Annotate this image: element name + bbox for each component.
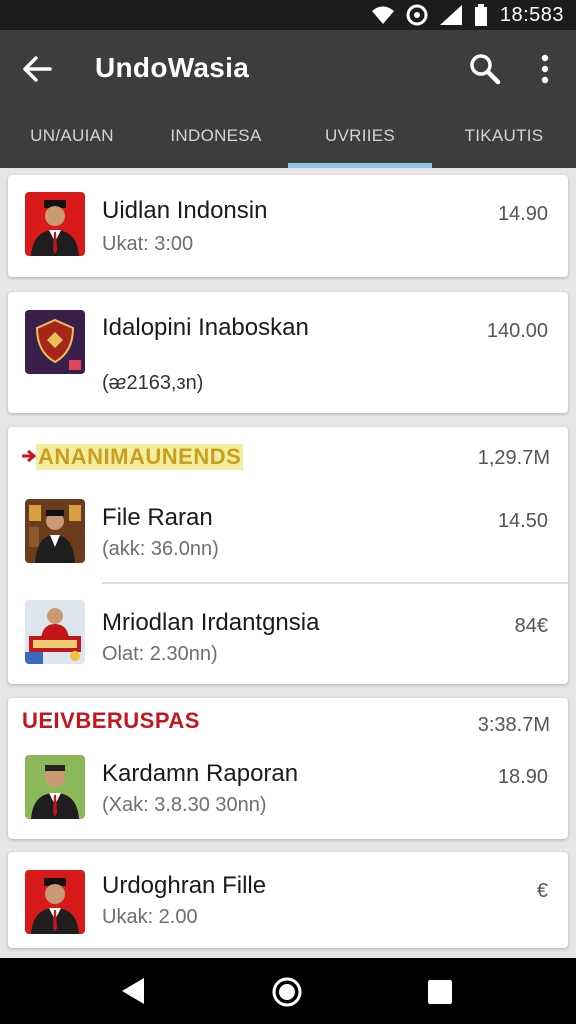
section-header: UEIVBERUSPAS <box>22 708 200 733</box>
search-icon[interactable] <box>468 52 502 86</box>
item-title: Kardamn Raporan <box>102 760 299 787</box>
shield-logo <box>25 310 85 374</box>
back-arrow-icon[interactable] <box>20 52 54 86</box>
list-item[interactable]: Uidlan Indonsin Ukat: 3:00 14.90 <box>8 175 568 277</box>
divider <box>102 582 568 584</box>
sync-icon <box>406 4 428 26</box>
tab-label: INDONESA <box>170 126 262 145</box>
more-vert-icon[interactable] <box>530 52 560 86</box>
item-price: 140.00 <box>486 320 548 342</box>
nav-back-icon[interactable] <box>118 976 148 1006</box>
item-price: 14.90 <box>497 203 548 225</box>
item-price: 84€ <box>514 615 548 637</box>
tab-bar: UN/AUIAN INDONESA UVRIIES TIKAUTIS <box>0 120 576 168</box>
tab-uvriies[interactable]: UVRIIES <box>288 120 432 168</box>
system-nav-bar <box>0 958 576 1024</box>
section-total: 1,29.7M <box>477 447 550 469</box>
tab-unauian[interactable]: UN/AUIAN <box>0 120 144 168</box>
tab-indonesa[interactable]: INDONESA <box>144 120 288 168</box>
item-price: € <box>536 880 548 902</box>
item-title: File Raran <box>102 504 213 531</box>
status-bar: 18:583 <box>0 0 576 30</box>
avatar <box>25 755 85 819</box>
list-item[interactable]: Urdoghran Fille Ukak: 2.00 € <box>8 852 568 948</box>
page-title: UndoWasia <box>95 52 250 83</box>
avatar <box>25 600 85 664</box>
tab-label: UN/AUIAN <box>30 126 114 145</box>
wifi-icon <box>371 6 394 24</box>
avatar <box>25 870 85 934</box>
section-header: ANANIMAUNENDS <box>36 444 244 470</box>
list-item[interactable]: Kardamn Raporan (Xak: 3.8.30 30nn) 18.90 <box>8 743 568 839</box>
status-time: 18:583 <box>499 3 564 26</box>
item-subtitle: Ukak: 2.00 <box>102 906 198 928</box>
section-card: UEIVBERUSPAS 3:38.7M Kardamn Raporan (Xa… <box>8 698 568 839</box>
list-item[interactable]: File Raran (akk: 36.0nn) 14.50 <box>8 487 568 583</box>
tab-label: UVRIIES <box>324 126 396 145</box>
item-title: Urdoghran Fille <box>102 872 267 899</box>
app-bar: UndoWasia UN/AUIAN INDONESA UVRIIES TIKA… <box>0 30 576 168</box>
tab-tikautis[interactable]: TIKAUTIS <box>432 120 576 168</box>
item-price: 14.50 <box>497 510 548 532</box>
signal-icon <box>439 5 462 25</box>
item-price: 18.90 <box>497 766 548 788</box>
avatar <box>25 499 85 563</box>
content-list: Uidlan Indonsin Ukat: 3:00 14.90 Idalopi… <box>0 168 576 958</box>
list-item[interactable]: Mriodlan Irdantgnsia Olat: 2.30nn) 84€ <box>8 592 568 688</box>
tab-label: TIKAUTIS <box>464 126 544 145</box>
list-item[interactable]: Idalopini Inaboskan (ᴂ2163,ᴈn) 140.00 <box>8 292 568 413</box>
avatar <box>25 192 85 256</box>
item-subtitle: (akk: 36.0nn) <box>102 538 219 560</box>
item-subtitle: Ukat: 3:00 <box>102 233 194 255</box>
item-subtitle: (ᴂ2163,ᴈn) <box>102 372 204 394</box>
section-total: 3:38.7M <box>477 714 550 736</box>
item-title: Mriodlan Irdantgnsia <box>102 609 320 636</box>
nav-home-icon[interactable] <box>271 976 303 1008</box>
item-subtitle: (Xak: 3.8.30 30nn) <box>102 794 267 816</box>
item-title: Uidlan Indonsin <box>102 197 268 224</box>
item-title: Idalopini Inaboskan <box>102 314 309 341</box>
section-card: ANANIMAUNENDS 1,29.7M File Raran (akk: 3… <box>8 427 568 684</box>
battery-icon <box>474 4 487 26</box>
item-subtitle: Olat: 2.30nn) <box>102 643 218 665</box>
nav-recent-icon[interactable] <box>428 980 452 1004</box>
